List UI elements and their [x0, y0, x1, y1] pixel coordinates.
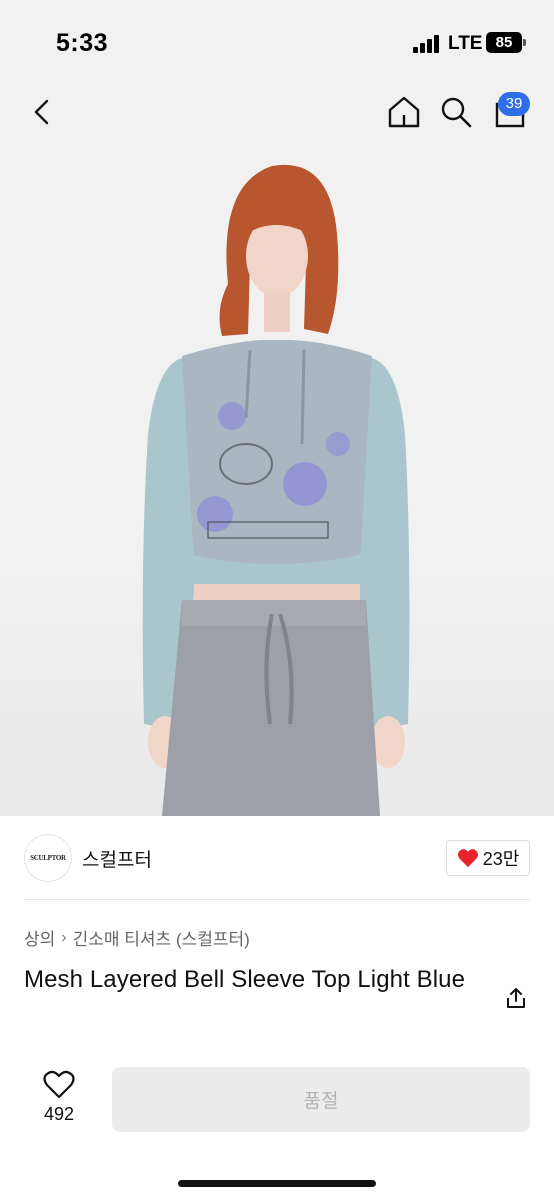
product-image[interactable] — [0, 144, 554, 816]
network-label: LTE — [448, 33, 483, 54]
bottom-action-bar: 492 품절 — [0, 1060, 554, 1150]
status-time: 5:33 — [56, 29, 109, 57]
soldout-button[interactable]: 품절 — [112, 1067, 530, 1132]
breadcrumb-subcategory[interactable]: 긴소매 티셔츠 (스컬프터) — [73, 925, 250, 950]
signal-icon — [413, 35, 443, 53]
heart-outline-icon — [43, 1070, 75, 1099]
product-title: Mesh Layered Bell Sleeve Top Light Blue — [24, 966, 466, 993]
home-button[interactable] — [384, 92, 424, 132]
chevron-right-icon: › — [61, 928, 67, 946]
heart-filled-icon — [457, 849, 478, 868]
seller-name[interactable]: 스컬프터 — [82, 845, 152, 872]
battery-tip — [523, 39, 526, 46]
status-bar: 5:33 LTE 85 — [0, 0, 554, 84]
model-photo — [142, 164, 410, 816]
seller-row[interactable]: SCULPTOR 스컬프터 23만 — [0, 816, 554, 900]
breadcrumb-category[interactable]: 상의 — [24, 925, 55, 950]
like-count: 492 — [43, 1104, 75, 1124]
seller-logo-text: SCULPTOR — [30, 854, 66, 862]
favorite-count: 23만 — [482, 849, 520, 869]
search-button[interactable] — [436, 92, 476, 132]
favorite-shop-button[interactable]: 23만 — [446, 840, 530, 876]
search-icon — [441, 97, 472, 128]
share-icon — [507, 988, 525, 1008]
breadcrumb: 상의 › 긴소매 티셔츠 (스컬프터) — [24, 925, 250, 950]
battery-icon: 85 — [486, 32, 522, 53]
home-icon — [388, 96, 420, 128]
seller-logo[interactable]: SCULPTOR — [24, 834, 72, 882]
share-button[interactable] — [500, 982, 532, 1014]
like-button[interactable]: 492 — [30, 1068, 88, 1128]
home-indicator — [178, 1180, 376, 1187]
back-arrow-icon — [34, 99, 49, 125]
nav-bar — [0, 84, 554, 144]
back-button[interactable] — [22, 92, 62, 132]
cart-count-badge: 39 — [498, 92, 530, 116]
divider — [24, 899, 530, 900]
